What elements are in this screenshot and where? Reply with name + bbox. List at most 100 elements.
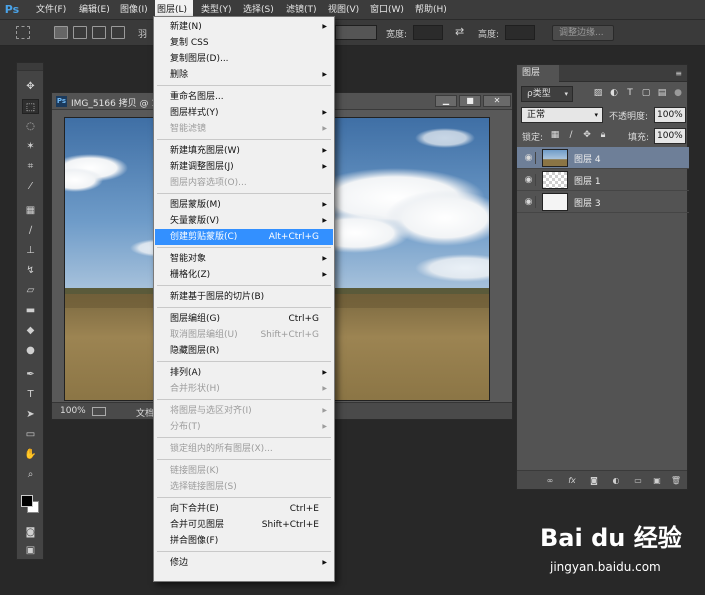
clone-stamp-tool-icon[interactable]: ⊥ bbox=[22, 243, 39, 258]
menu-item[interactable]: 创建剪贴蒙版(C) Alt+Ctrl+G bbox=[155, 229, 333, 245]
menu-item[interactable]: 新建调整图层(J) ▶ bbox=[155, 159, 333, 175]
menu-item[interactable]: 拼合图像(F) bbox=[155, 533, 333, 549]
menu-item[interactable]: 智能对象 ▶ bbox=[155, 251, 333, 267]
filter-smart-object-icon[interactable]: ▤ bbox=[656, 87, 668, 99]
quick-selection-tool-icon[interactable]: ✶ bbox=[22, 139, 39, 154]
zoom-tool-icon[interactable]: ⌕ bbox=[22, 467, 39, 482]
layer-row[interactable]: ◉ 图层 1 bbox=[517, 169, 689, 191]
menu-item[interactable]: 删除 ▶ bbox=[155, 67, 333, 83]
style-select[interactable] bbox=[335, 25, 377, 40]
menu-edit[interactable]: 编辑(E) bbox=[77, 0, 112, 20]
blend-mode-value: 正常 bbox=[527, 110, 546, 120]
layer-row[interactable]: ◉ 图层 3 bbox=[517, 191, 689, 213]
menu-item[interactable]: 复制 CSS bbox=[155, 35, 333, 51]
quick-mask-icon[interactable]: ◙ bbox=[22, 525, 39, 540]
menu-item[interactable]: 图层编组(G) Ctrl+G bbox=[155, 311, 333, 327]
menu-item[interactable]: 向下合并(E) Ctrl+E bbox=[155, 501, 333, 517]
filter-toggle-icon[interactable]: ● bbox=[672, 87, 684, 99]
menu-item[interactable]: 重命名图层... bbox=[155, 89, 333, 105]
menu-item[interactable]: 排列(A) ▶ bbox=[155, 365, 333, 381]
filter-type-icon[interactable]: T bbox=[624, 87, 636, 99]
blend-mode-select[interactable]: 正常 ▾ bbox=[521, 107, 603, 123]
type-tool-icon[interactable]: T bbox=[22, 387, 39, 402]
filter-adjustment-icon[interactable]: ◐ bbox=[608, 87, 620, 99]
menu-item[interactable]: 图层蒙版(M) ▶ bbox=[155, 197, 333, 213]
menu-image[interactable]: 图像(I) bbox=[118, 0, 150, 20]
panel-menu-icon[interactable]: ≡ bbox=[675, 69, 682, 78]
new-adjustment-icon[interactable]: ◐ bbox=[610, 475, 622, 486]
menu-item[interactable]: 新建填充图层(W) ▶ bbox=[155, 143, 333, 159]
add-mask-icon[interactable]: ◙ bbox=[588, 475, 600, 486]
tab-layers[interactable]: 图层 bbox=[517, 65, 559, 82]
toolbar-grip[interactable] bbox=[17, 63, 43, 71]
menu-help[interactable]: 帮助(H) bbox=[413, 0, 449, 20]
menu-separator bbox=[157, 307, 331, 308]
minimize-button[interactable]: ▁ bbox=[435, 95, 457, 107]
hand-tool-icon[interactable]: ✋ bbox=[22, 447, 39, 462]
menu-window[interactable]: 窗口(W) bbox=[368, 0, 406, 20]
close-button[interactable]: ✕ bbox=[483, 95, 511, 107]
refine-edge-button[interactable]: 调整边缘... bbox=[552, 25, 614, 41]
rectangle-tool-icon[interactable]: ▭ bbox=[22, 427, 39, 442]
crop-tool-icon[interactable]: ⌗ bbox=[22, 159, 39, 174]
lasso-tool-icon[interactable]: ◌ bbox=[22, 119, 39, 134]
opacity-input[interactable]: 100% bbox=[654, 107, 686, 123]
foreground-color-swatch[interactable] bbox=[21, 495, 33, 507]
maximize-button[interactable]: ■ bbox=[459, 95, 481, 107]
eraser-tool-icon[interactable]: ▱ bbox=[22, 283, 39, 298]
menu-item-label: 取消图层编组(U) bbox=[170, 330, 238, 340]
visibility-eye-icon[interactable]: ◉ bbox=[522, 152, 536, 164]
filter-shape-icon[interactable]: ▢ bbox=[640, 87, 652, 99]
eyedropper-tool-icon[interactable]: ⁄ bbox=[22, 179, 39, 194]
visibility-eye-icon[interactable]: ◉ bbox=[522, 196, 536, 208]
new-selection-icon[interactable] bbox=[54, 26, 68, 39]
marquee-tool-icon[interactable]: ⬚ bbox=[22, 99, 39, 114]
lock-all-icon[interactable]: 🔒︎ bbox=[597, 129, 609, 141]
menu-item[interactable]: 栅格化(Z) ▶ bbox=[155, 267, 333, 283]
menu-item[interactable]: 隐藏图层(R) bbox=[155, 343, 333, 359]
intersect-selection-icon[interactable] bbox=[111, 26, 125, 39]
layer-row[interactable]: ◉ 图层 4 bbox=[517, 147, 689, 169]
filter-pixel-icon[interactable]: ▨ bbox=[592, 87, 604, 99]
path-selection-tool-icon[interactable]: ➤ bbox=[22, 407, 39, 422]
subtract-from-selection-icon[interactable] bbox=[92, 26, 106, 39]
submenu-arrow-icon: ▶ bbox=[322, 217, 327, 224]
width-input[interactable] bbox=[413, 25, 443, 40]
fill-input[interactable]: 100% bbox=[654, 128, 686, 144]
history-brush-tool-icon[interactable]: ↯ bbox=[22, 263, 39, 278]
add-to-selection-icon[interactable] bbox=[73, 26, 87, 39]
layer-name: 图层 3 bbox=[574, 199, 601, 209]
dodge-tool-icon[interactable]: ● bbox=[22, 343, 39, 358]
screen-mode-icon[interactable]: ▣ bbox=[22, 543, 39, 558]
height-input[interactable] bbox=[505, 25, 535, 40]
lock-image-icon[interactable]: ∕ bbox=[565, 129, 577, 141]
zoom-level[interactable]: 100% bbox=[60, 406, 86, 416]
swap-icon[interactable]: ⇄ bbox=[455, 25, 464, 38]
brush-tool-icon[interactable]: ∕ bbox=[22, 223, 39, 238]
menu-file[interactable]: 文件(F) bbox=[34, 0, 68, 20]
new-group-icon[interactable]: ▭ bbox=[632, 475, 644, 486]
marquee-tool-preset-icon[interactable] bbox=[16, 26, 30, 39]
layer-style-icon[interactable]: fx bbox=[566, 475, 578, 486]
layer-filter-select[interactable]: ρ类型 ▾ bbox=[521, 86, 573, 102]
new-layer-icon[interactable]: ▣ bbox=[651, 475, 663, 486]
lock-position-icon[interactable]: ✥ bbox=[581, 129, 593, 141]
blur-tool-icon[interactable]: ◆ bbox=[22, 323, 39, 338]
menu-item-label: 合并形状(H) bbox=[170, 384, 220, 394]
healing-brush-tool-icon[interactable]: ▦ bbox=[22, 203, 39, 218]
pen-tool-icon[interactable]: ✒ bbox=[22, 367, 39, 382]
lock-transparent-icon[interactable]: ▦ bbox=[549, 129, 561, 141]
menu-item[interactable]: 新建(N) ▶ bbox=[155, 19, 333, 35]
move-tool-icon[interactable]: ✥ bbox=[22, 79, 39, 94]
status-info-icon[interactable] bbox=[92, 407, 106, 416]
menu-item[interactable]: 矢量蒙版(V) ▶ bbox=[155, 213, 333, 229]
delete-layer-icon[interactable]: 🗑︎ bbox=[670, 475, 682, 486]
visibility-eye-icon[interactable]: ◉ bbox=[522, 174, 536, 186]
menu-item[interactable]: 修边 ▶ bbox=[155, 555, 333, 571]
menu-item[interactable]: 合并可见图层 Shift+Ctrl+E bbox=[155, 517, 333, 533]
link-layers-icon[interactable]: ∞ bbox=[544, 475, 556, 486]
menu-item[interactable]: 复制图层(D)... bbox=[155, 51, 333, 67]
gradient-tool-icon[interactable]: ▬ bbox=[22, 303, 39, 318]
menu-item[interactable]: 新建基于图层的切片(B) bbox=[155, 289, 333, 305]
menu-item[interactable]: 图层样式(Y) ▶ bbox=[155, 105, 333, 121]
